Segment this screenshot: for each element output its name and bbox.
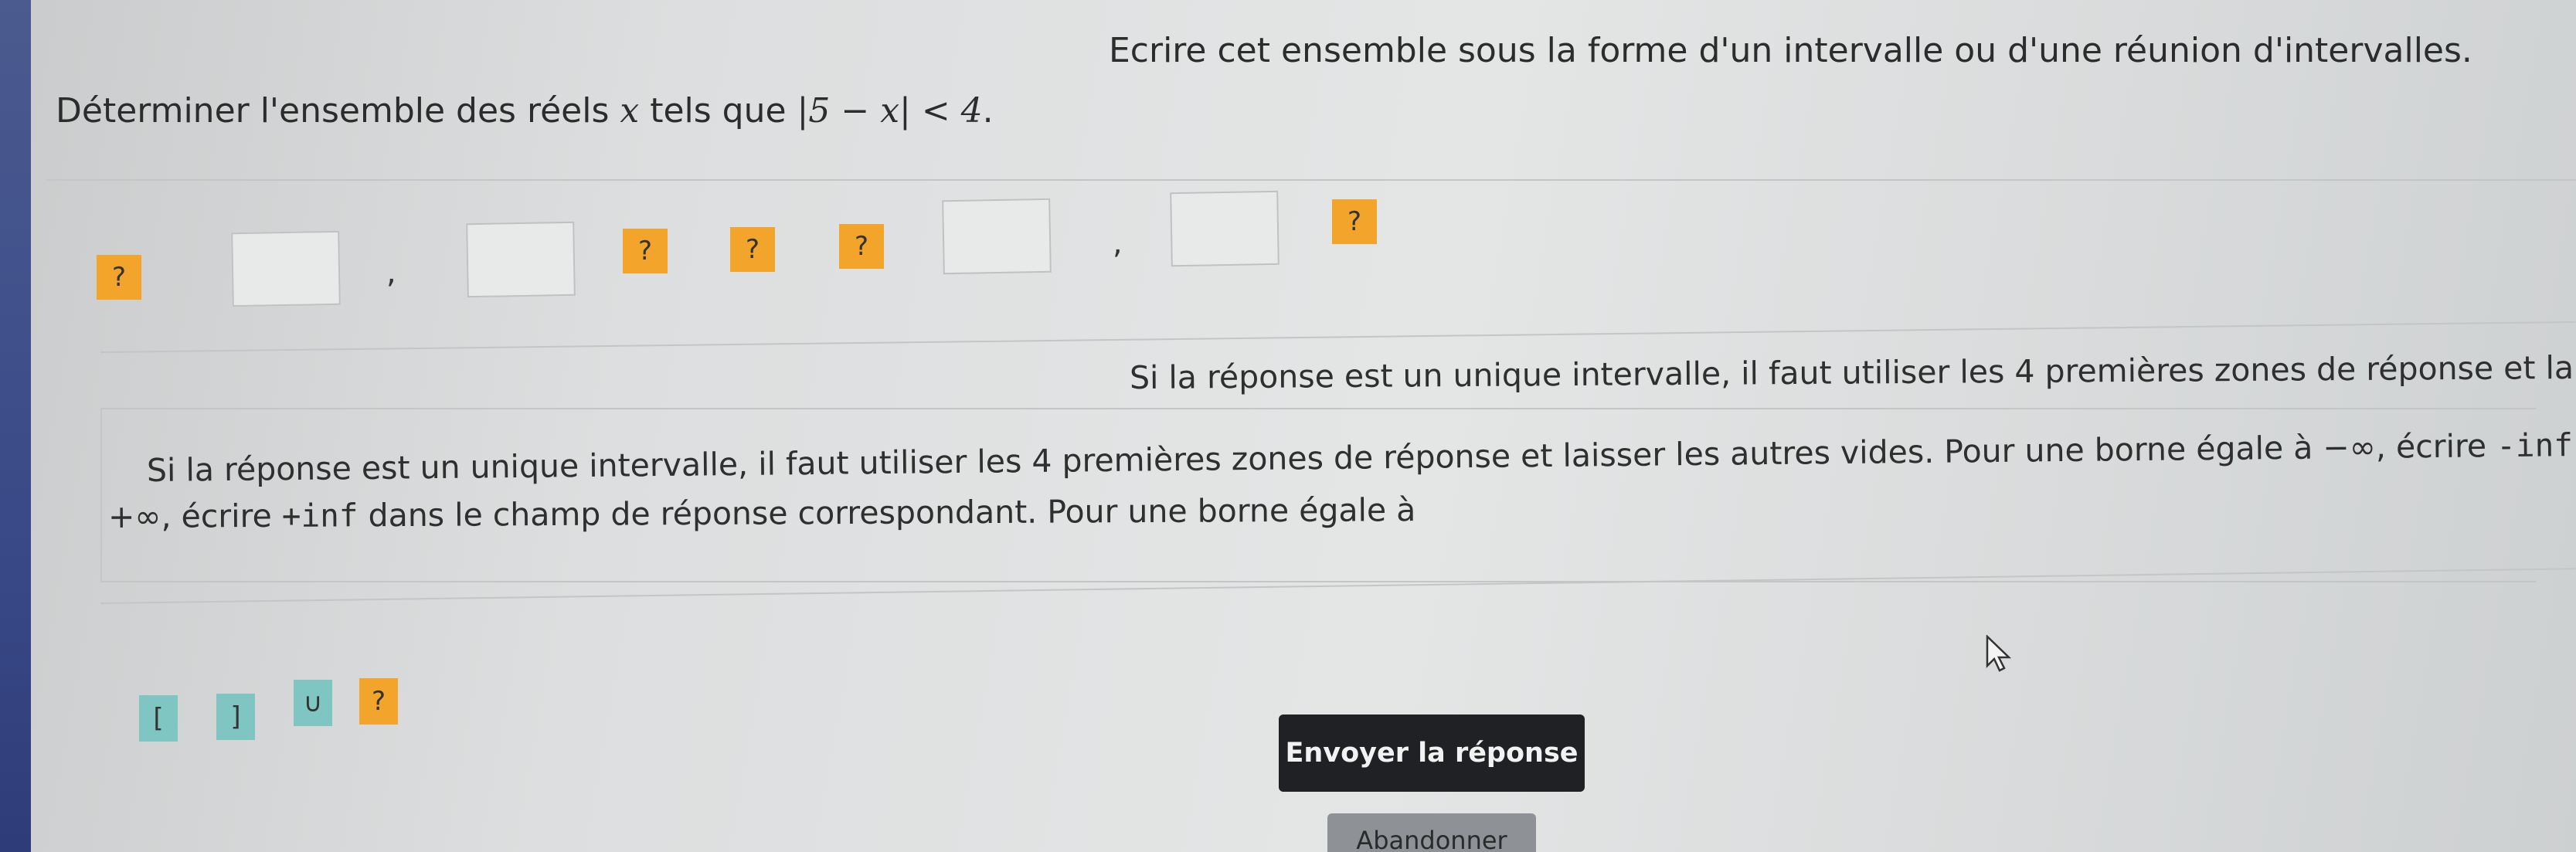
instruction-text: Ecrire cet ensemble sous la forme d'un i…: [1109, 31, 2472, 70]
hint-line-3: +∞, écrire +inf dans le champ de réponse…: [108, 491, 1416, 535]
question-prefix: Déterminer l'ensemble des réels: [56, 91, 620, 131]
submit-button[interactable]: Envoyer la réponse: [1279, 715, 1585, 792]
union-button[interactable]: ∪: [294, 680, 332, 726]
question-middle: tels que: [639, 91, 797, 131]
abandon-button[interactable]: Abandonner: [1327, 813, 1536, 852]
question-variable: x: [620, 91, 640, 131]
hint-pos-inf-code: +inf: [281, 497, 359, 535]
hint-pos-inf-text: +∞, écrire: [107, 497, 282, 535]
help-button-2[interactable]: ?: [623, 229, 668, 273]
answer-input-2[interactable]: [466, 221, 576, 298]
divider-middle: [100, 321, 2576, 353]
answer-input-1[interactable]: [231, 230, 341, 307]
help-button-1[interactable]: ?: [97, 255, 141, 300]
comma-1: ,: [386, 255, 396, 290]
answer-input-3[interactable]: [942, 198, 1052, 275]
hint-line-2-end: .: [2572, 426, 2576, 464]
palette-help-button[interactable]: ?: [359, 678, 398, 725]
hint-line-1: Si la réponse est un unique intervalle, …: [1129, 344, 2576, 396]
hint-neg-inf-text: −∞, écrire: [2323, 427, 2497, 467]
help-button-5[interactable]: ?: [1332, 199, 1377, 244]
help-button-3[interactable]: ?: [730, 227, 775, 272]
hint-line-3-rest: dans le champ de réponse correspondant. …: [358, 491, 1416, 535]
mouse-cursor-icon: [1986, 635, 2012, 672]
question-suffix: .: [982, 91, 994, 131]
close-bracket-button[interactable]: ]: [216, 694, 255, 740]
comma-2: ,: [1113, 226, 1123, 261]
hint-neg-inf-code: -inf: [2496, 426, 2574, 465]
divider-top: [46, 179, 2576, 181]
exercise-page: Ecrire cet ensemble sous la forme d'un i…: [0, 0, 2576, 852]
help-button-4[interactable]: ?: [839, 224, 884, 269]
window-edge: [0, 0, 31, 852]
question-expression: |5 − x| < 4: [797, 91, 983, 131]
open-bracket-button[interactable]: [: [139, 695, 178, 742]
question-text: Déterminer l'ensemble des réels x tels q…: [56, 91, 994, 131]
answer-input-4[interactable]: [1170, 190, 1280, 267]
